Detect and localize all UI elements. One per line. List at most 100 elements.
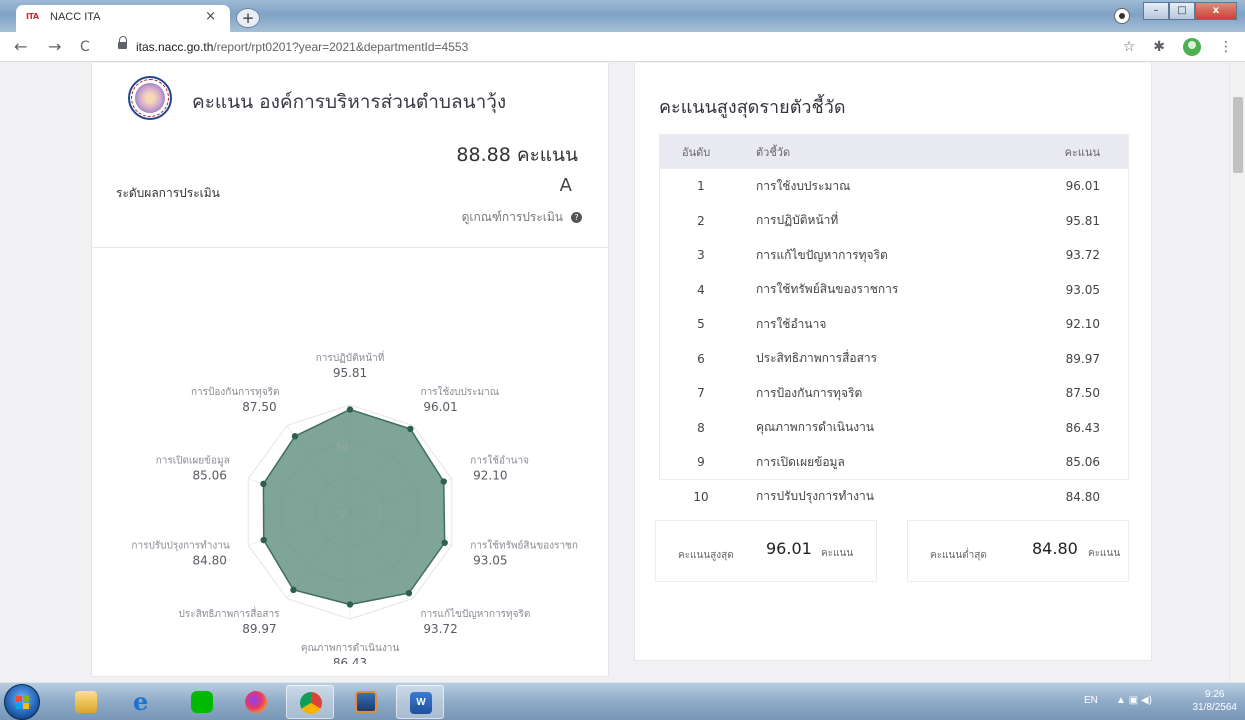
row-indicator: การใช้งบประมาณ xyxy=(756,178,851,193)
radar-category-label: การแก้ไขปัญหาการทุจริต xyxy=(421,608,531,620)
extensions-icon[interactable]: ✱ xyxy=(1153,39,1165,55)
row-rank: 8 xyxy=(697,420,705,435)
table-row: 10 การปรับปรุงการทำงาน 84.80 xyxy=(660,480,1128,515)
row-rank: 10 xyxy=(693,489,709,504)
radar-ring-label: 50 xyxy=(336,443,349,454)
radar-point xyxy=(407,425,414,433)
radar-ring-label: 0 xyxy=(341,509,347,520)
clock-time: 9:26 xyxy=(1205,689,1225,700)
table-row: 4 การใช้ทรัพย์สินของราชการ 93.05 xyxy=(660,273,1128,308)
radar-value-label: 85.06 xyxy=(193,469,227,483)
windows-taskbar: e W EN ▲ ▣ ◀) 9:26 31/8/2564 xyxy=(0,682,1245,720)
row-indicator: ประสิทธิภาพการสื่อสาร xyxy=(756,351,878,366)
taskbar-explorer[interactable] xyxy=(62,685,110,719)
radar-value-label: 96.01 xyxy=(423,400,457,414)
row-score: 86.43 xyxy=(1065,420,1100,435)
clock-date: 31/8/2564 xyxy=(1192,702,1238,713)
taskbar-chrome[interactable] xyxy=(286,685,334,719)
radar-chart: 0 50 การปฏิบัติหน้าที่ 95.81 การใช้งบประมาณ 9… xyxy=(131,350,578,664)
back-button[interactable]: ← xyxy=(14,37,27,56)
row-rank: 4 xyxy=(697,282,705,297)
taskbar-line[interactable] xyxy=(178,685,226,719)
row-score: 93.05 xyxy=(1065,282,1100,297)
radar-point xyxy=(441,539,448,546)
row-rank: 3 xyxy=(697,248,705,263)
system-tray: EN ▲ ▣ ◀) 9:26 31/8/2564 xyxy=(1070,683,1245,720)
new-tab-button[interactable]: + xyxy=(236,8,260,28)
radar-value-label: 93.05 xyxy=(473,553,507,567)
internet-explorer-icon: e xyxy=(133,687,149,716)
radar-category-label: ประสิทธิภาพการสื่อสาร xyxy=(179,606,281,620)
taskbar-word[interactable]: W xyxy=(396,685,444,719)
header-score: คะแนน xyxy=(1064,146,1100,159)
taskbar-ie[interactable]: e xyxy=(120,685,168,719)
scroll-thumb[interactable] xyxy=(1233,97,1243,173)
radar-category-label: การป้องกันการทุจริต xyxy=(191,386,280,398)
max-score-label: คะแนนสูงสุด xyxy=(678,550,734,561)
browser-tabstrip: ITA NACC ITA × + – □ x xyxy=(0,0,1245,32)
organization-score-title: คะแนน องค์การบริหารส่วนตำบลนาวุ้ง xyxy=(192,91,507,113)
tab-nacc-ita[interactable]: ITA NACC ITA × xyxy=(16,5,230,32)
row-indicator: การใช้อำนาจ xyxy=(756,316,827,331)
forward-button[interactable]: → xyxy=(48,37,61,56)
tray-icons[interactable]: ▲ ▣ ◀) xyxy=(1116,695,1152,706)
row-indicator: การปรับปรุงการทำงาน xyxy=(756,489,874,504)
language-indicator[interactable]: EN xyxy=(1084,695,1098,706)
header-indicator: ตัวชี้วัด xyxy=(756,146,791,159)
tab-close-icon[interactable]: × xyxy=(205,9,216,24)
table-header: อันดับ ตัวชี้วัด คะแนน xyxy=(660,135,1128,169)
radar-value-label: 84.80 xyxy=(193,553,227,567)
level-value: A xyxy=(559,175,572,196)
row-score: 92.10 xyxy=(1065,317,1100,332)
table-row: 1 การใช้งบประมาณ 96.01 xyxy=(660,169,1128,204)
radar-value-label: 92.10 xyxy=(473,469,507,483)
menu-icon[interactable]: ⋮ xyxy=(1219,39,1233,55)
taskbar-firefox[interactable] xyxy=(232,685,280,719)
divider xyxy=(92,247,608,248)
top-indicators-title: คะแนนสูงสุดรายตัวชี้วัด xyxy=(659,97,846,118)
table-row: 9 การเปิดเผยข้อมูล 85.06 xyxy=(660,445,1128,480)
close-window-button[interactable]: x xyxy=(1195,2,1237,20)
radar-point xyxy=(260,480,267,488)
table-row: 7 การป้องกันการทุจริต 87.50 xyxy=(660,376,1128,411)
row-indicator: การเปิดเผยข้อมูล xyxy=(756,454,845,469)
radar-point xyxy=(290,586,297,594)
row-score: 96.01 xyxy=(1065,179,1100,194)
radar-value-label: 95.81 xyxy=(333,366,367,380)
start-button[interactable] xyxy=(4,684,40,720)
radar-value-label: 89.97 xyxy=(242,622,276,636)
min-score-unit: คะแนน xyxy=(1088,548,1121,559)
taskbar-media[interactable] xyxy=(342,685,390,719)
row-rank: 6 xyxy=(697,351,705,366)
criteria-link[interactable]: ดูเกณฑ์การประเมิน? xyxy=(462,208,582,227)
address-bar[interactable]: itas.nacc.go.th/report/rpt0201?year=2021… xyxy=(108,36,1108,58)
row-indicator: การใช้ทรัพย์สินของราชการ xyxy=(756,282,899,297)
help-icon[interactable]: ? xyxy=(571,212,582,223)
max-score-value: 96.01 xyxy=(766,539,812,558)
minimize-button[interactable]: – xyxy=(1143,2,1169,20)
top-indicators-card: คะแนนสูงสุดรายตัวชี้วัด อันดับ ตัวชี้วัด… xyxy=(634,63,1152,661)
radar-value-label: 86.43 xyxy=(333,656,367,664)
clock[interactable]: 9:26 31/8/2564 xyxy=(1193,688,1238,714)
row-rank: 2 xyxy=(697,213,705,228)
max-score-unit: คะแนน xyxy=(821,548,854,559)
row-score: 85.06 xyxy=(1065,455,1100,470)
row-indicator: การแก้ไขปัญหาการทุจริต xyxy=(756,247,888,262)
firefox-icon xyxy=(245,691,267,713)
folder-icon xyxy=(75,691,97,713)
bookmark-star-icon[interactable]: ☆ xyxy=(1123,39,1136,55)
page-scrollbar[interactable] xyxy=(1229,63,1245,682)
record-icon[interactable] xyxy=(1114,8,1130,24)
row-indicator: การป้องกันการทุจริต xyxy=(756,385,863,400)
min-score-value: 84.80 xyxy=(1032,539,1078,558)
row-score: 95.81 xyxy=(1065,213,1100,228)
radar-category-label: การใช้ทรัพย์สินของราชก xyxy=(470,539,578,551)
radar-category-label: คุณภาพการดำเนินงาน xyxy=(301,643,400,654)
browser-toolbar: ← → C itas.nacc.go.th/report/rpt0201?yea… xyxy=(0,32,1245,62)
reload-button[interactable]: C xyxy=(80,39,90,55)
table-row: 5 การใช้อำนาจ 92.10 xyxy=(660,307,1128,342)
chrome-icon xyxy=(300,692,322,714)
maximize-button[interactable]: □ xyxy=(1169,2,1195,20)
profile-avatar[interactable] xyxy=(1183,38,1201,56)
min-score-box: คะแนนต่ำสุด 84.80 คะแนน xyxy=(907,520,1129,582)
